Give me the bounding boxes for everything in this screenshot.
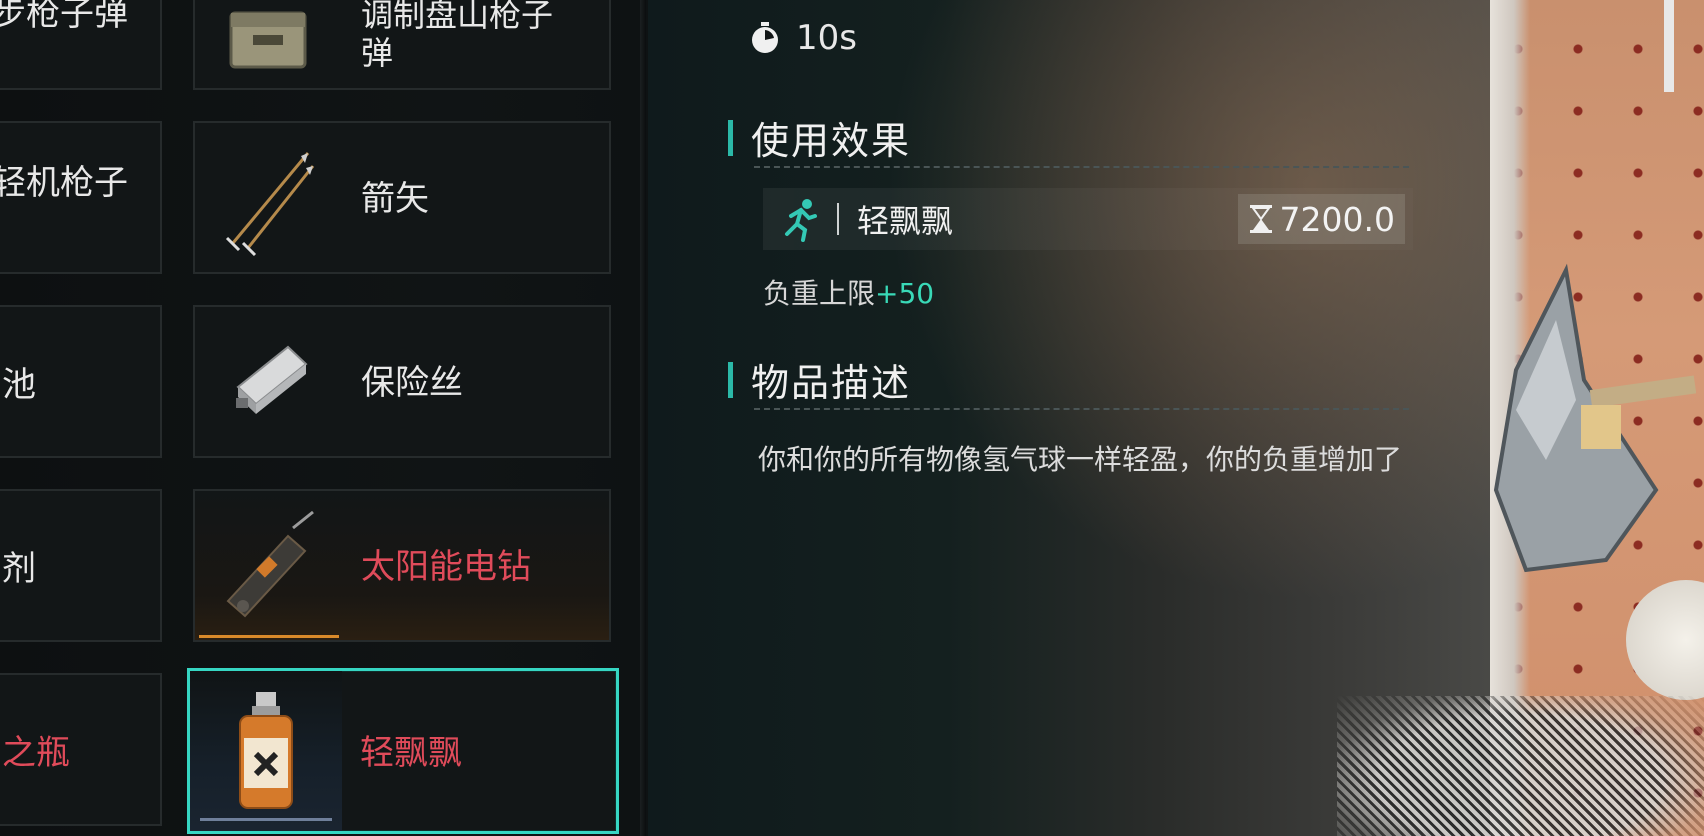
item-label: 箭矢 [361,179,429,219]
section-title-effects: 使用效果 [728,110,911,165]
inventory-slot-solar-drill[interactable]: 太阳能电钻 [193,489,611,642]
stat-bonus: +50 [875,277,935,310]
effect-separator [837,203,839,235]
item-thumbnail [195,491,341,640]
use-time-row: 10s [748,14,857,62]
section-divider [754,408,1409,410]
item-description: 你和你的所有物像氢气球一样轻盈，你的负重增加了 [758,443,1403,476]
item-label: 轻机枪子 [0,163,128,203]
section-accent-bar [728,119,733,156]
ammo-box-icon [229,11,307,69]
axe-icon [1493,263,1696,573]
inventory-slot[interactable]: 剂 [0,489,162,642]
item-label: 调制盘山枪子 弹 [361,0,554,72]
item-thumbnail [195,0,341,88]
wall-hook [1664,0,1674,92]
item-thumbnail [195,123,341,272]
fuse-icon [236,345,308,414]
item-label: 剂 [2,549,36,589]
inventory-slot[interactable]: 之瓶 [0,673,162,826]
item-label: 太阳能电钻 [361,547,531,587]
stat-line: 负重上限+50 [763,272,934,312]
panel-divider [640,0,646,836]
section-accent-bar [728,361,733,398]
section-title-description: 物品描述 [728,352,911,407]
inventory-slot-arrows[interactable]: 箭矢 [193,121,611,274]
section-title-text: 使用效果 [751,119,912,163]
item-label: 保险丝 [361,363,463,403]
section-divider [754,166,1409,168]
inventory-grid: 步枪子弹 轻机枪子 池 剂 之瓶 调制盘山枪子 弹 箭矢 保险丝 太阳能电钻 轻… [0,0,648,836]
running-person-icon [785,199,817,242]
arrows-icon [225,151,315,256]
effect-name: 轻飘飘 [857,202,954,240]
effect-duration-badge: 7200.0 [1237,194,1405,244]
item-label: 池 [2,365,36,405]
item-label: 步枪子弹 [0,0,128,34]
item-thumbnail [195,307,341,456]
inventory-slot-selected[interactable]: 轻飘飘 [187,668,619,834]
inventory-slot-fuse[interactable]: 保险丝 [193,305,611,458]
stat-label: 负重上限 [763,277,876,310]
inventory-slot[interactable]: 池 [0,305,162,458]
solar-drill-icon [226,510,314,617]
item-label: 轻飘飘 [360,733,462,773]
inventory-slot[interactable]: 步枪子弹 [0,0,162,90]
stopwatch-icon [752,22,778,53]
potion-bottle-icon [239,692,293,809]
effect-row[interactable]: 轻飘飘 7200.0 [763,188,1413,250]
inventory-slot[interactable]: 轻机枪子 [0,121,162,274]
inventory-slot-ammo[interactable]: 调制盘山枪子 弹 [193,0,611,90]
rarity-bar [200,818,332,821]
effect-duration-value: 7200.0 [1279,199,1395,239]
item-label: 之瓶 [2,733,70,773]
hourglass-icon [1249,205,1272,233]
watermark [1337,696,1704,836]
use-time-value: 10s [796,18,857,58]
item-thumbnail [190,671,342,831]
section-title-text: 物品描述 [751,361,912,405]
